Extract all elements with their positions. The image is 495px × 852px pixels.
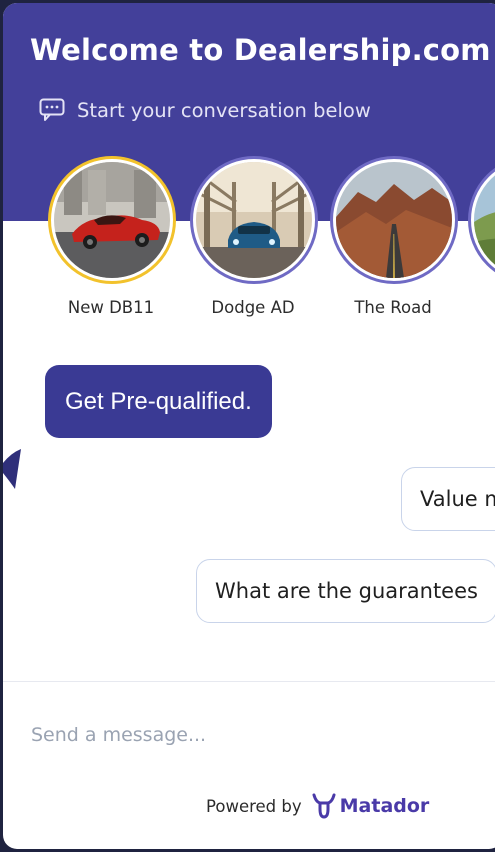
story-ring [48,156,176,284]
story-new-db11[interactable]: New DB11 [48,156,176,317]
story-thumbnail-blue-car-bridge [196,162,312,278]
suggestion-chip[interactable]: What are the guarantees [196,559,495,623]
story-label: The Road [354,298,432,317]
subtitle-text: Start your conversation below [77,98,371,122]
chat-widget: Welcome to Dealership.com Start your con… [3,3,495,849]
matador-bull-icon [312,793,336,819]
story-ring [330,156,458,284]
widget-title: Welcome to Dealership.com [30,33,491,67]
story-label: Dodge AD [211,298,295,317]
story-thumbnail-green-landscape [474,162,495,278]
subtitle-row: Start your conversation below [39,98,371,122]
story-thumbnail-red-sports-car [54,162,170,278]
powered-by-text: Powered by [206,796,302,816]
composer-divider [3,681,495,682]
story-partial[interactable]: C [468,156,495,317]
powered-by-footer[interactable]: Powered by Matador [206,793,429,819]
story-ring [468,156,495,284]
get-pre-qualified-button[interactable]: Get Pre-qualified. [45,365,272,438]
brush-stroke-mark [3,449,21,489]
suggestion-chip[interactable]: Value my [401,467,495,531]
matador-brand: Matador [339,795,430,817]
story-label: C [468,298,495,317]
story-the-road[interactable]: The Road [330,156,458,317]
message-input[interactable] [31,715,471,755]
story-ring [190,156,318,284]
story-dodge-ad[interactable]: Dodge AD [190,156,318,317]
chat-bubble-icon [39,98,65,121]
story-thumbnail-desert-road [336,162,452,278]
story-label: New DB11 [67,298,155,317]
